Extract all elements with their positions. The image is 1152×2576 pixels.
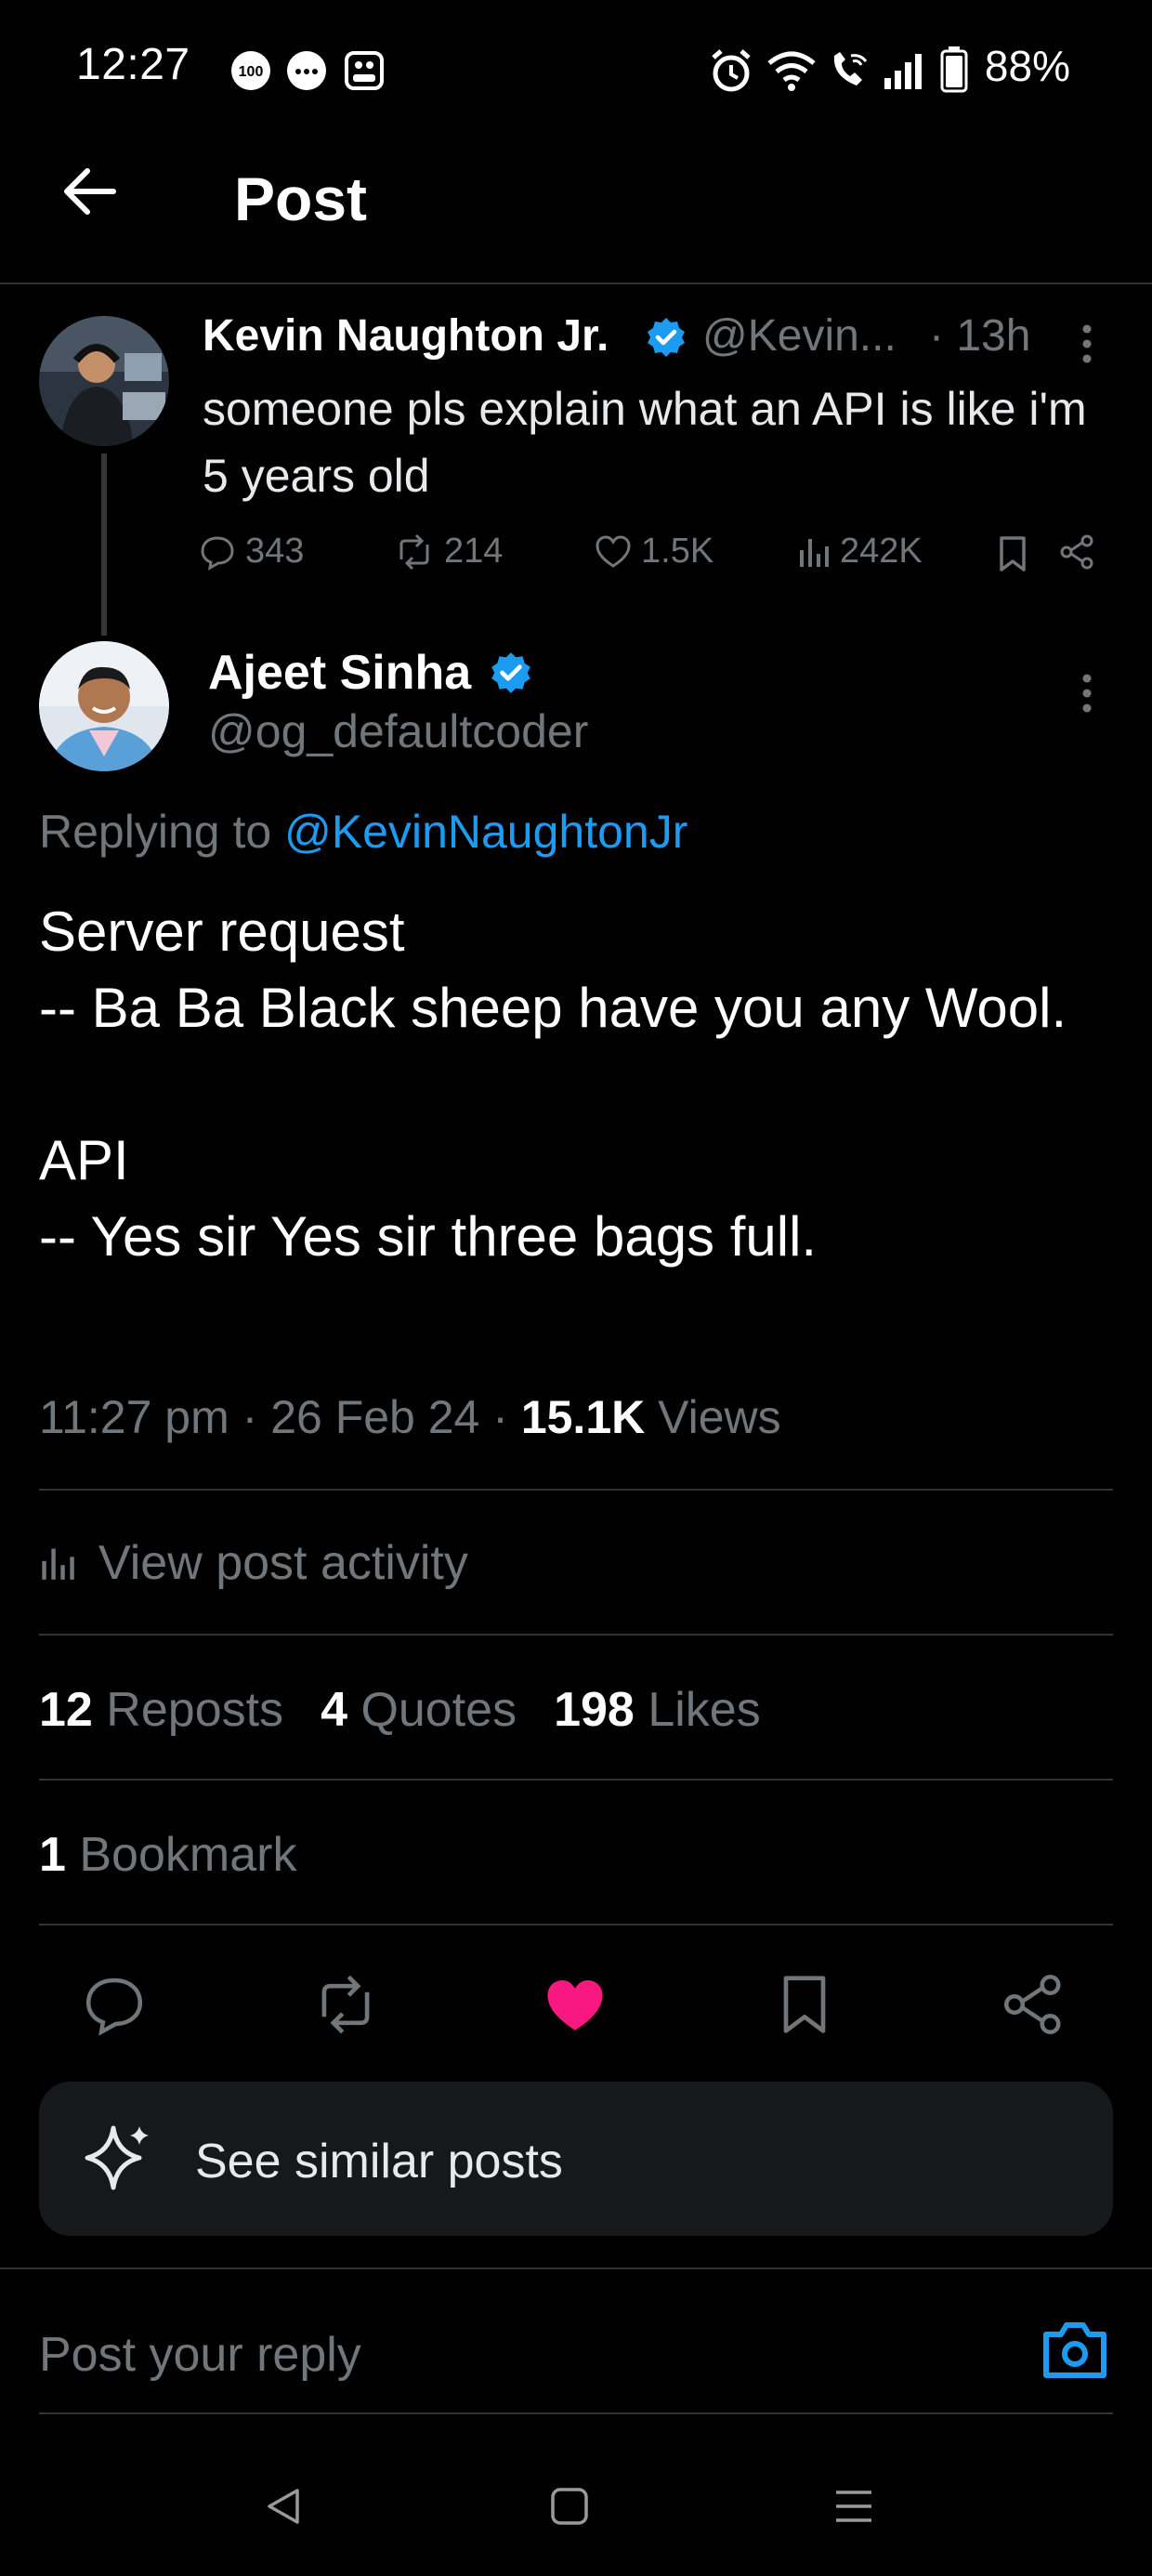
parent-more-button[interactable]: [1074, 322, 1100, 366]
reply-input[interactable]: Post your reply: [39, 2327, 361, 2383]
wifi-call-icon: [829, 48, 870, 91]
battery-icon: [940, 46, 968, 93]
heart-outline-icon: [596, 534, 631, 568]
parent-share-button[interactable]: [1059, 533, 1096, 571]
replying-to-label: Replying to: [39, 806, 272, 858]
reposts-count: 12: [39, 1683, 93, 1737]
bookmark-count: 1: [39, 1828, 66, 1882]
bookmark-button[interactable]: [777, 1972, 832, 2037]
views-label: Views: [645, 1391, 781, 1443]
post-timestamp: 11:27 pm · 26 Feb 24 ·: [39, 1391, 521, 1443]
bookmark-icon: [1000, 536, 1026, 572]
post-meta: 11:27 pm · 26 Feb 24 · 15.1K Views: [39, 1390, 781, 1444]
more-vertical-icon: [1082, 674, 1092, 713]
see-similar-posts-label: See similar posts: [195, 2135, 563, 2188]
nav-home-button[interactable]: [548, 2485, 591, 2528]
parent-repost-button[interactable]: 214: [394, 532, 503, 572]
parent-reply-count: 343: [245, 532, 305, 571]
share-button[interactable]: [1001, 1972, 1067, 2037]
verified-badge-icon: [645, 316, 687, 359]
reply-icon: [201, 535, 234, 571]
divider: [39, 1489, 1113, 1491]
like-button[interactable]: [543, 1974, 608, 2035]
alarm-icon: [710, 48, 753, 93]
post-more-button[interactable]: [1074, 671, 1100, 716]
sparkle-icon: [82, 2121, 156, 2195]
repost-icon: [321, 1975, 370, 2034]
author-name[interactable]: Ajeet Sinha: [208, 645, 471, 701]
reposts-link[interactable]: 12 Reposts: [39, 1683, 283, 1737]
quotes-link[interactable]: 4 Quotes: [321, 1683, 517, 1737]
views-count: 15.1K: [520, 1391, 646, 1443]
reply-icon: [85, 1978, 143, 2035]
parent-like-count: 1.5K: [641, 532, 714, 571]
view-post-activity-label: View post activity: [98, 1536, 468, 1590]
more-vertical-icon: [1082, 324, 1092, 363]
parent-like-button[interactable]: 1.5K: [595, 532, 713, 572]
parent-reply-button[interactable]: 343: [199, 532, 304, 572]
engagement-counts: 12 Reposts 4 Quotes 198 Likes: [39, 1682, 761, 1738]
bookmark-label: Bookmark: [79, 1828, 297, 1882]
thread-line: [101, 453, 107, 636]
parent-views-button[interactable]: 242K: [797, 532, 923, 572]
divider: [39, 1634, 1113, 1636]
notification-count-icon: 100: [230, 50, 271, 91]
divider: [39, 2412, 1113, 2414]
header-divider: [0, 283, 1152, 284]
status-time: 12:27: [76, 40, 190, 89]
analytics-icon: [42, 1548, 74, 1580]
parent-post-text: someone pls explain what an API is like …: [203, 383, 1087, 502]
back-button[interactable]: [59, 162, 119, 221]
camera-icon: [1043, 2322, 1106, 2378]
arrow-left-icon: [64, 168, 116, 215]
nav-recents-button[interactable]: [832, 2485, 875, 2528]
wifi-icon: [766, 48, 818, 91]
avatar-ajeet[interactable]: [39, 641, 169, 771]
battery-level: 88%: [984, 42, 1070, 90]
bookmark-icon: [783, 1976, 826, 2033]
repost-button[interactable]: [310, 1974, 381, 2035]
gallery-icon: [344, 50, 385, 91]
svg-text:100: 100: [239, 64, 264, 80]
chat-icon: [286, 50, 327, 91]
heart-filled-icon: [547, 1979, 603, 2031]
quotes-label: Quotes: [360, 1683, 517, 1737]
parent-views-count: 242K: [840, 532, 923, 571]
signal-icon: [883, 50, 925, 91]
replying-to: Replying to @KevinNaughtonJr: [39, 805, 687, 859]
camera-button[interactable]: [1041, 2320, 1109, 2381]
page-title: Post: [234, 164, 368, 233]
parent-bookmark-button[interactable]: [996, 535, 1029, 572]
author-handle[interactable]: @og_defaultcoder: [208, 704, 588, 758]
divider: [0, 2267, 1152, 2269]
divider: [39, 1779, 1113, 1781]
likes-label: Likes: [648, 1683, 761, 1737]
parent-author-name[interactable]: Kevin Naughton Jr.: [203, 310, 609, 361]
view-post-activity-button[interactable]: View post activity: [39, 1535, 468, 1591]
nav-recents-icon: [836, 2491, 871, 2522]
likes-count: 198: [554, 1683, 635, 1737]
replying-to-handle-link[interactable]: @KevinNaughtonJr: [284, 806, 687, 858]
avatar-kevin[interactable]: [39, 316, 169, 446]
share-icon: [1003, 1974, 1061, 2035]
repost-icon: [399, 533, 429, 570]
post-text: Server request -- Ba Ba Black sheep have…: [39, 900, 1067, 1268]
parent-repost-count: 214: [444, 532, 504, 571]
quotes-count: 4: [321, 1683, 347, 1737]
bookmarks-link[interactable]: 1 Bookmark: [39, 1827, 296, 1883]
nav-back-button[interactable]: [262, 2485, 305, 2528]
verified-badge-icon: [489, 651, 533, 695]
reply-button[interactable]: [82, 1974, 147, 2035]
nav-back-icon: [268, 2489, 299, 2524]
share-icon: [1060, 534, 1093, 570]
parent-timestamp: · 13h: [929, 311, 1031, 361]
nav-home-icon: [551, 2488, 588, 2525]
reposts-label: Reposts: [106, 1683, 284, 1737]
views-chart-icon: [800, 538, 829, 567]
parent-handle[interactable]: @Kevin...: [702, 310, 897, 361]
likes-link[interactable]: 198 Likes: [554, 1683, 761, 1737]
divider: [39, 1924, 1113, 1925]
